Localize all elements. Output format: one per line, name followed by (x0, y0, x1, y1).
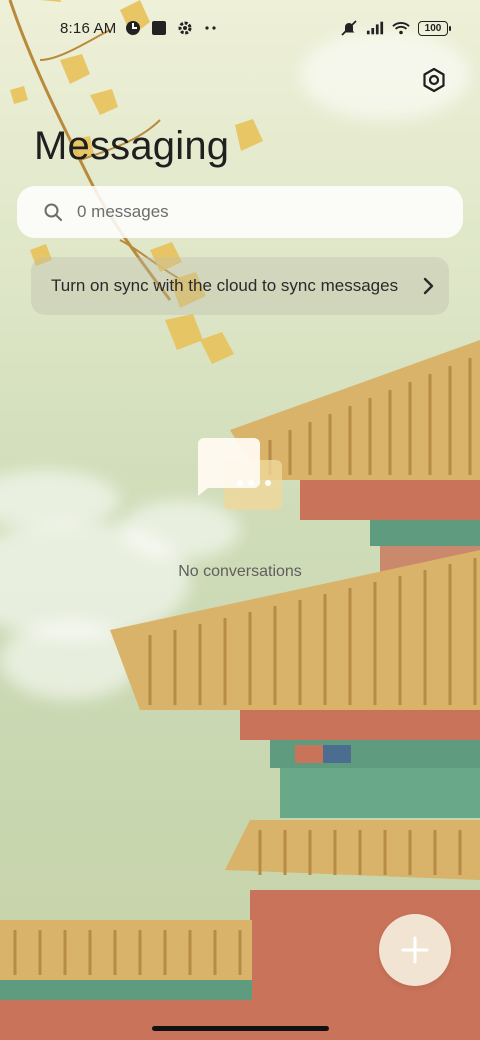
cloud-sync-banner[interactable]: Turn on sync with the cloud to sync mess… (31, 257, 449, 315)
status-time: 8:16 AM (60, 19, 117, 37)
plus-icon (401, 936, 429, 964)
status-bar-right: 100 (340, 19, 451, 37)
settings-button[interactable] (416, 62, 452, 98)
new-message-button[interactable] (379, 914, 451, 986)
empty-state-text: No conversations (178, 563, 302, 580)
status-bar: 8:16 AM 100 (0, 0, 480, 56)
chevron-right-icon (409, 277, 449, 295)
battery-level: 100 (424, 22, 442, 34)
status-bar-left: 8:16 AM (60, 19, 220, 37)
app-notification-icon (124, 19, 142, 37)
cloud-sync-text: Turn on sync with the cloud to sync mess… (51, 276, 399, 295)
signal-icon (366, 19, 384, 37)
battery-icon: 100 (418, 20, 451, 36)
search-icon (44, 203, 62, 221)
gear-icon (423, 67, 445, 93)
page-title: Messaging (34, 124, 230, 168)
square-notification-icon (150, 19, 168, 37)
mute-icon (340, 19, 358, 37)
wifi-icon (392, 19, 410, 37)
more-dots-icon (202, 19, 220, 37)
chat-bubbles-icon (198, 438, 282, 510)
search-input-placeholder[interactable]: 0 messages (77, 202, 169, 222)
search-bar[interactable]: 0 messages (17, 186, 463, 238)
home-indicator[interactable] (152, 1026, 329, 1031)
settings-gear-icon (176, 19, 194, 37)
